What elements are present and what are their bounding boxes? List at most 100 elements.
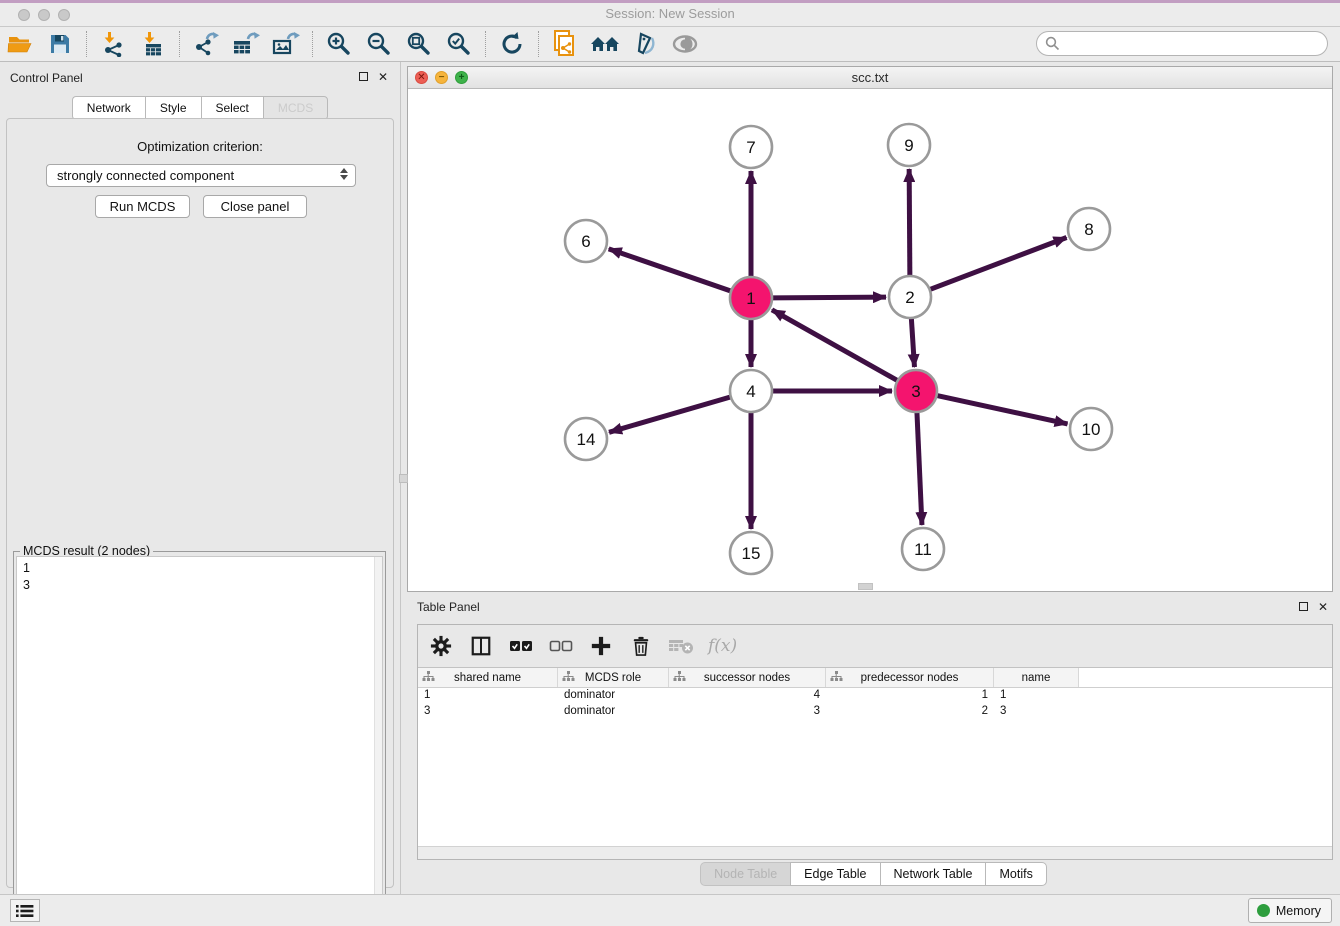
column-header-MCDS-role[interactable]: MCDS role — [558, 668, 669, 687]
node-label-9: 9 — [904, 136, 913, 155]
tab-mcds[interactable]: MCDS — [263, 96, 328, 120]
hide-labels-icon[interactable] — [628, 29, 662, 59]
export-image-icon[interactable] — [269, 29, 303, 59]
cell-successor-nodes[interactable]: 4 — [669, 688, 826, 704]
column-header-successor-nodes[interactable]: successor nodes — [669, 668, 826, 687]
delete-table-icon — [668, 633, 694, 659]
task-history-button[interactable] — [10, 899, 40, 922]
network-window-title: scc.txt — [408, 70, 1332, 85]
column-header-predecessor-nodes[interactable]: predecessor nodes — [826, 668, 994, 687]
toolbar-separator — [312, 31, 313, 57]
table-body[interactable]: 1dominator4113dominator323 — [418, 688, 1332, 846]
result-scrollbar[interactable] — [374, 557, 382, 922]
mcds-result-area[interactable]: 1 3 — [16, 556, 383, 923]
table-settings-gear-icon[interactable] — [428, 633, 454, 659]
float-table-panel-icon[interactable] — [1296, 600, 1310, 614]
control-panel-tabs: Network Style Select MCDS — [0, 96, 400, 120]
main-toolbar — [0, 27, 1340, 62]
memory-label: Memory — [1276, 904, 1321, 918]
cell-predecessor-nodes[interactable]: 1 — [826, 688, 994, 704]
select-all-columns-icon[interactable] — [508, 633, 534, 659]
node-label-14: 14 — [577, 430, 596, 449]
refresh-icon[interactable] — [495, 29, 529, 59]
mcds-result-fieldset: MCDS result (2 nodes) 1 3 — [13, 551, 386, 926]
network-canvas[interactable]: 7968124314101511 — [408, 89, 1332, 591]
show-hide-icon[interactable] — [668, 29, 702, 59]
edge-1-6[interactable] — [609, 249, 731, 291]
table-tab-motifs[interactable]: Motifs — [985, 862, 1046, 886]
search-icon — [1045, 36, 1060, 51]
mcds-panel: Optimization criterion: strongly connect… — [6, 118, 394, 888]
toolbar-separator — [179, 31, 180, 57]
cell-name[interactable]: 1 — [994, 688, 1079, 704]
horizontal-splitter-handle[interactable] — [858, 583, 873, 590]
cell-successor-nodes[interactable]: 3 — [669, 704, 826, 720]
create-column-plus-icon[interactable] — [588, 633, 614, 659]
delete-column-trash-icon[interactable] — [628, 633, 654, 659]
tab-style[interactable]: Style — [145, 96, 201, 120]
tab-network[interactable]: Network — [72, 96, 145, 120]
close-panel-icon[interactable]: ✕ — [376, 70, 390, 84]
unselect-all-columns-icon[interactable] — [548, 633, 574, 659]
dropdown-stepper-icon — [340, 168, 348, 180]
edge-4-14[interactable] — [609, 397, 731, 432]
function-builder-icon: f(x) — [708, 636, 737, 656]
cell-name[interactable]: 3 — [994, 704, 1079, 720]
edge-2-3[interactable] — [911, 318, 914, 367]
clone-network-icon[interactable] — [548, 29, 582, 59]
optimization-criterion-label: Optimization criterion: — [7, 139, 393, 154]
column-header-shared-name[interactable]: shared name — [418, 668, 558, 687]
run-mcds-button[interactable]: Run MCDS — [95, 195, 190, 218]
import-network-icon[interactable] — [96, 29, 130, 59]
zoom-fit-icon[interactable] — [402, 29, 436, 59]
table-tab-network-table[interactable]: Network Table — [880, 862, 986, 886]
edge-3-10[interactable] — [937, 395, 1068, 423]
cell-MCDS-role[interactable]: dominator — [558, 704, 669, 720]
table-row[interactable]: 1dominator411 — [418, 688, 1332, 704]
zoom-in-icon[interactable] — [322, 29, 356, 59]
import-table-icon[interactable] — [136, 29, 170, 59]
open-file-icon[interactable] — [3, 29, 37, 59]
cell-predecessor-nodes[interactable]: 2 — [826, 704, 994, 720]
first-neighbors-icon[interactable] — [588, 29, 622, 59]
zoom-out-icon[interactable] — [362, 29, 396, 59]
edge-1-2[interactable] — [772, 297, 886, 298]
network-window-titlebar[interactable]: ✕ − + scc.txt — [408, 67, 1332, 89]
dropdown-value: strongly connected component — [57, 168, 234, 183]
table-panel: Table Panel ✕ — [407, 592, 1340, 894]
vertical-splitter-handle[interactable] — [399, 474, 408, 483]
export-network-icon[interactable] — [189, 29, 223, 59]
search-box[interactable] — [1036, 31, 1328, 56]
table-bottom-scroll-strip[interactable] — [418, 846, 1332, 859]
node-label-7: 7 — [746, 138, 755, 157]
close-panel-button[interactable]: Close panel — [203, 195, 307, 218]
cell-shared-name[interactable]: 3 — [418, 704, 558, 720]
export-table-icon[interactable] — [229, 29, 263, 59]
table-toolbar: f(x) — [418, 625, 1332, 667]
close-table-panel-icon[interactable]: ✕ — [1316, 600, 1330, 614]
edge-3-11[interactable] — [917, 412, 922, 525]
float-panel-icon[interactable] — [356, 70, 370, 84]
table-tab-edge-table[interactable]: Edge Table — [790, 862, 879, 886]
zoom-selected-icon[interactable] — [442, 29, 476, 59]
tab-select[interactable]: Select — [201, 96, 263, 120]
cell-shared-name[interactable]: 1 — [418, 688, 558, 704]
table-row[interactable]: 3dominator323 — [418, 704, 1332, 720]
node-label-3: 3 — [911, 382, 920, 401]
node-label-10: 10 — [1082, 420, 1101, 439]
edge-3-1[interactable] — [772, 310, 898, 381]
cell-MCDS-role[interactable]: dominator — [558, 688, 669, 704]
optimization-criterion-dropdown[interactable]: strongly connected component — [46, 164, 356, 187]
edge-2-9[interactable] — [909, 169, 910, 276]
network-graph[interactable]: 7968124314101511 — [408, 89, 1332, 591]
window-title: Session: New Session — [0, 6, 1340, 21]
memory-button[interactable]: Memory — [1248, 898, 1332, 923]
save-session-icon[interactable] — [43, 29, 77, 59]
show-column-panel-icon[interactable] — [468, 633, 494, 659]
edge-2-8[interactable] — [930, 238, 1067, 290]
search-input[interactable] — [1065, 37, 1327, 51]
column-header-name[interactable]: name — [994, 668, 1079, 687]
table-tab-node-table[interactable]: Node Table — [700, 862, 790, 886]
toolbar-separator — [538, 31, 539, 57]
toolbar-separator — [86, 31, 87, 57]
